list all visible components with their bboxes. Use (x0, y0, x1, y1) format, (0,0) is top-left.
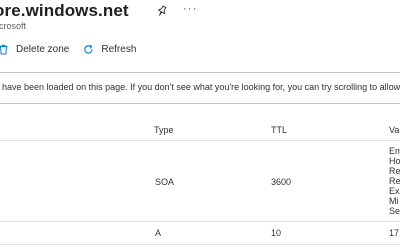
record-type-cell: A (155, 228, 162, 238)
delete-zone-button[interactable]: Delete zone (0, 44, 69, 55)
table-row[interactable]: SOA 3600 Em Ho Re Re Exp Mi Se (0, 141, 400, 222)
title-row: ore.windows.net ··· (0, 0, 198, 23)
value-line: Mi (389, 196, 399, 206)
record-sets-table: Type TTL Va SOA 3600 Em Ho Re Re Exp Mi … (0, 118, 400, 245)
value-line: Em (389, 146, 400, 156)
table-header: Type TTL Va (0, 118, 400, 141)
column-header-value[interactable]: Va (389, 125, 399, 135)
refresh-button[interactable]: Refresh (83, 44, 136, 55)
page-subtitle: icrosoft (0, 21, 27, 31)
trash-icon (0, 44, 9, 55)
table-row[interactable]: A 10 17. (0, 222, 400, 245)
record-value-cell: Em Ho Re Re Exp Mi Se (389, 146, 400, 216)
info-banner: t have been loaded on this page. If you … (0, 72, 400, 104)
value-line: Ho (389, 156, 400, 166)
pin-icon[interactable] (155, 4, 169, 18)
page-title: ore.windows.net (0, 1, 129, 20)
more-options-icon[interactable]: ··· (183, 2, 198, 14)
value-line: Se (389, 206, 400, 216)
value-line: Exp (389, 186, 400, 196)
record-value-cell: 17. (389, 228, 400, 238)
refresh-label: Refresh (101, 43, 137, 55)
record-ttl-cell: 3600 (271, 177, 292, 187)
record-ttl-cell: 10 (271, 228, 282, 238)
value-line: Re (389, 166, 400, 176)
record-type-cell: SOA (155, 177, 175, 187)
refresh-icon (83, 44, 94, 55)
delete-zone-label: Delete zone (16, 43, 70, 55)
pin-icon-graphic (157, 5, 167, 16)
value-line: Re (389, 176, 400, 186)
command-bar: Delete zone Refresh (0, 40, 136, 58)
column-header-type[interactable]: Type (154, 125, 174, 135)
dns-zone-page: ore.windows.net ··· icrosoft Delete zone (0, 0, 400, 250)
info-banner-text: t have been loaded on this page. If you … (0, 82, 400, 92)
column-header-ttl[interactable]: TTL (271, 125, 287, 135)
